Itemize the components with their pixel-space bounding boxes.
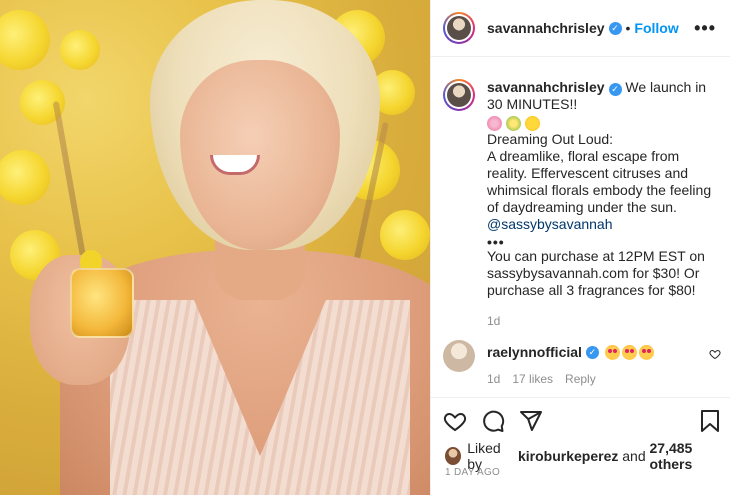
caption-username-link[interactable]: savannahchrisley <box>487 79 605 95</box>
post-sidebar: savannahchrisley ✓ • Follow ••• savannah… <box>431 0 730 495</box>
caption-purchase-text: You can purchase at 12PM EST on sassybys… <box>487 248 705 298</box>
caption-age: 1d <box>487 314 501 328</box>
comment-avatar[interactable] <box>443 340 475 372</box>
cherry-blossom-icon <box>487 116 502 131</box>
verified-badge-icon: ✓ <box>608 83 622 96</box>
comment-icon[interactable] <box>481 409 505 433</box>
reply-button[interactable]: Reply <box>565 372 596 386</box>
likes-middle: and <box>622 448 646 464</box>
tulip-bouquet-icon <box>506 116 521 131</box>
post-timestamp: 1 DAY AGO <box>445 467 501 478</box>
comment-emojis <box>604 344 654 360</box>
comment: raelynnofficial ✓ 1d 17 likes Reply <box>443 340 721 386</box>
heart-eyes-icon <box>638 344 654 360</box>
share-icon[interactable] <box>519 409 543 433</box>
caption-ellipsis: ••• <box>487 234 505 250</box>
heart-eyes-icon <box>604 344 620 360</box>
comment-likes[interactable]: 17 likes <box>512 372 553 386</box>
perfume-bottle <box>70 268 134 338</box>
comment-age: 1d <box>487 372 501 386</box>
post-image[interactable] <box>0 0 430 495</box>
avatar[interactable] <box>443 12 475 44</box>
liker-avatar[interactable] <box>445 447 462 465</box>
mention-link[interactable]: @sassybysavannah <box>487 216 716 233</box>
like-heart-icon[interactable] <box>443 409 467 433</box>
verified-badge-icon: ✓ <box>608 21 622 35</box>
action-bar <box>443 407 721 435</box>
caption-body-text: A dreamlike, floral escape from reality.… <box>487 148 712 215</box>
caption-title: Dreaming Out Loud: <box>487 131 614 147</box>
caption-emojis <box>487 116 716 131</box>
liker-username-link[interactable]: kiroburkeperez <box>518 448 618 464</box>
more-options-icon[interactable]: ••• <box>694 18 716 39</box>
separator-dot: • <box>625 20 631 36</box>
save-bookmark-icon[interactable] <box>699 409 721 433</box>
follow-button[interactable]: Follow <box>634 20 678 36</box>
likes-count-link[interactable]: 27,485 others <box>650 440 730 472</box>
sunflower-icon <box>525 116 540 131</box>
verified-badge-icon: ✓ <box>585 345 599 359</box>
caption-avatar[interactable] <box>443 79 475 111</box>
post-header: savannahchrisley ✓ • Follow ••• <box>431 0 730 57</box>
model-figure <box>40 0 430 495</box>
comment-username-link[interactable]: raelynnofficial <box>487 344 582 360</box>
username-link[interactable]: savannahchrisley <box>487 20 605 36</box>
comment-like-heart-icon[interactable] <box>709 348 721 360</box>
heart-eyes-icon <box>621 344 637 360</box>
